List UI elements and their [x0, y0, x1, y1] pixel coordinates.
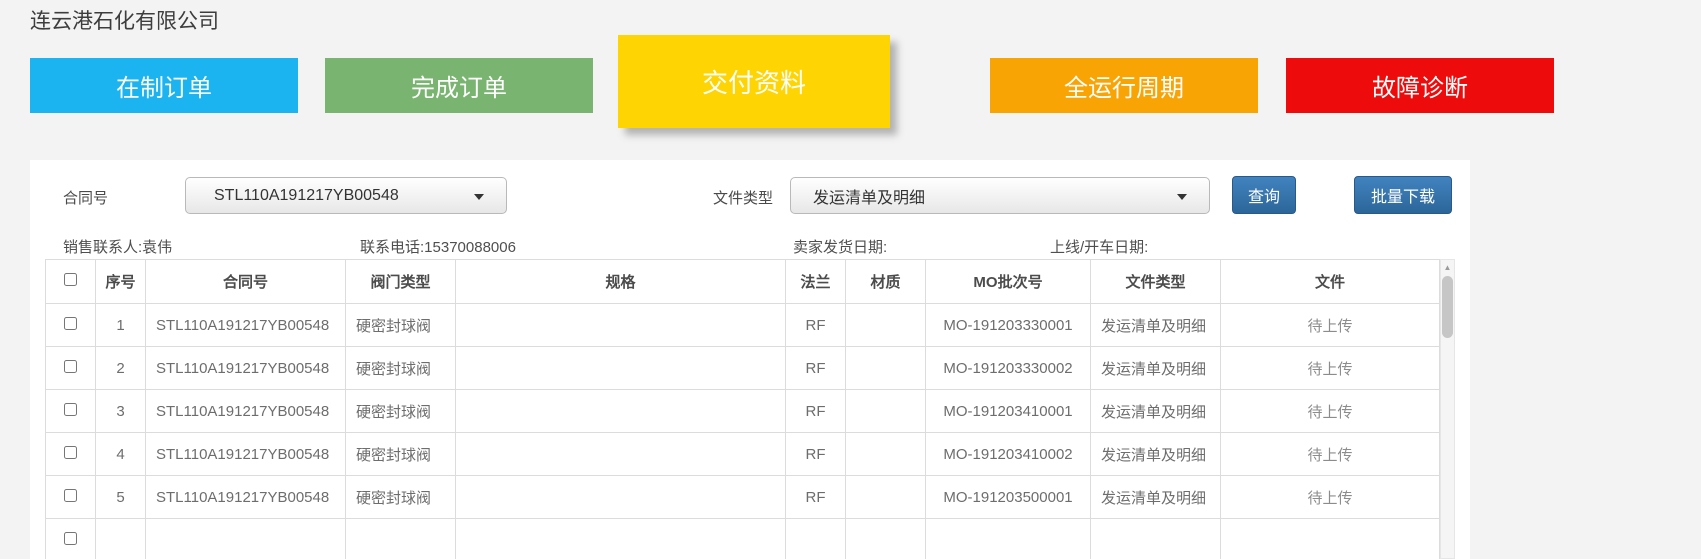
file-status: 待上传 — [1221, 347, 1440, 390]
file-type-value: 发运清单及明细 — [791, 184, 925, 208]
tab-bar: 在制订单 完成订单 交付资料 全运行周期 故障诊断 — [30, 35, 1701, 128]
col-seq: 序号 — [96, 260, 146, 304]
scrollbar-up-arrow-icon[interactable]: ▲ — [1441, 263, 1454, 272]
content-panel: 合同号 STL110A191217YB00548 文件类型 发运清单及明细 查询… — [30, 160, 1470, 559]
tab-completed-orders[interactable]: 完成订单 — [325, 58, 593, 113]
table-row: 4 STL110A191217YB00548 硬密封球阀 RF MO-19120… — [46, 433, 1440, 476]
col-file: 文件 — [1221, 260, 1440, 304]
file-type-label: 文件类型 — [713, 187, 773, 208]
table-row: 3 STL110A191217YB00548 硬密封球阀 RF MO-19120… — [46, 390, 1440, 433]
file-type-select[interactable]: 发运清单及明细 — [790, 177, 1210, 214]
query-button[interactable]: 查询 — [1232, 176, 1296, 214]
orders-table-wrap: 序号 合同号 阀门类型 规格 法兰 材质 MO批次号 文件类型 文件 1 STL… — [45, 259, 1455, 559]
col-valve-type: 阀门类型 — [346, 260, 456, 304]
table-header-row: 序号 合同号 阀门类型 规格 法兰 材质 MO批次号 文件类型 文件 — [46, 260, 1440, 304]
contact-phone-text: 联系电话:15370088006 — [360, 236, 516, 257]
file-status: 待上传 — [1221, 476, 1440, 519]
table-row: 1 STL110A191217YB00548 硬密封球阀 RF MO-19120… — [46, 304, 1440, 347]
row-checkbox[interactable] — [64, 360, 77, 373]
file-status: 待上传 — [1221, 304, 1440, 347]
col-file-type: 文件类型 — [1091, 260, 1221, 304]
chevron-down-icon — [474, 194, 484, 200]
col-material: 材质 — [846, 260, 926, 304]
chevron-down-icon — [1177, 194, 1187, 200]
col-flange: 法兰 — [786, 260, 846, 304]
seller-ship-date-text: 卖家发货日期: — [793, 236, 887, 257]
table-row-partial — [46, 519, 1440, 559]
delivery-documents-table: 序号 合同号 阀门类型 规格 法兰 材质 MO批次号 文件类型 文件 1 STL… — [45, 259, 1440, 559]
row-checkbox[interactable] — [64, 446, 77, 459]
table-row: 5 STL110A191217YB00548 硬密封球阀 RF MO-19120… — [46, 476, 1440, 519]
col-mo-batch: MO批次号 — [926, 260, 1091, 304]
select-all-checkbox[interactable] — [64, 273, 77, 286]
page-title: 连云港石化有限公司 — [0, 0, 1701, 35]
row-checkbox[interactable] — [64, 532, 77, 545]
sales-contact-text: 销售联系人:袁伟 — [63, 236, 172, 257]
row-checkbox[interactable] — [64, 317, 77, 330]
scrollbar-thumb[interactable] — [1442, 276, 1453, 338]
table-scrollbar[interactable]: ▲ — [1440, 259, 1455, 559]
col-spec: 规格 — [456, 260, 786, 304]
online-start-date-text: 上线/开车日期: — [1050, 236, 1148, 257]
tab-inproduction-orders[interactable]: 在制订单 — [30, 58, 298, 113]
contract-number-value: STL110A191217YB00548 — [186, 187, 399, 205]
col-contract: 合同号 — [146, 260, 346, 304]
batch-download-button[interactable]: 批量下载 — [1354, 176, 1452, 214]
tab-full-run-cycle[interactable]: 全运行周期 — [990, 58, 1258, 113]
contract-number-select[interactable]: STL110A191217YB00548 — [185, 177, 507, 214]
contract-number-label: 合同号 — [63, 187, 108, 208]
row-checkbox[interactable] — [64, 403, 77, 416]
select-all-cell — [46, 260, 96, 304]
tab-fault-diagnosis[interactable]: 故障诊断 — [1286, 58, 1554, 113]
tab-delivery-documents[interactable]: 交付资料 — [618, 35, 890, 128]
file-status: 待上传 — [1221, 433, 1440, 476]
file-status: 待上传 — [1221, 390, 1440, 433]
row-checkbox[interactable] — [64, 489, 77, 502]
table-row: 2 STL110A191217YB00548 硬密封球阀 RF MO-19120… — [46, 347, 1440, 390]
